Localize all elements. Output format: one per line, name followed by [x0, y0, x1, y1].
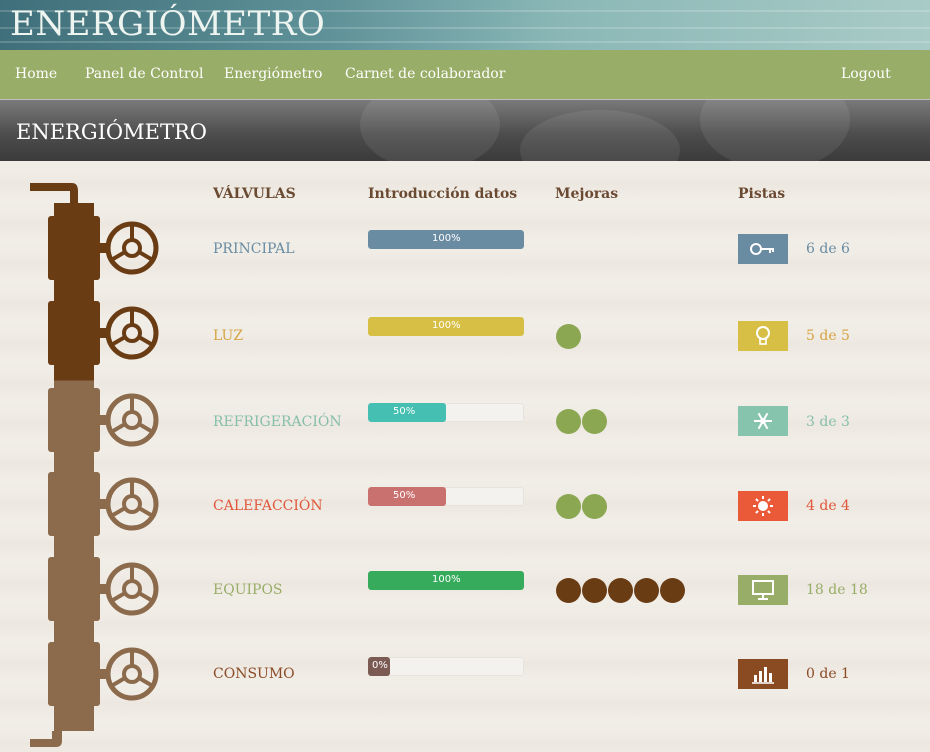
pipe-cap — [30, 183, 78, 203]
hint-count: 0 de 1 — [806, 666, 850, 682]
hint-count: 18 de 18 — [806, 582, 868, 598]
app-header: ENERGIÓMETRO — [0, 0, 930, 50]
improvement-dots — [556, 409, 607, 435]
improvement-dot — [556, 409, 581, 434]
improvement-dots — [556, 578, 685, 604]
valve-wheel-icon — [108, 309, 156, 357]
progress-label: 0% — [372, 660, 388, 671]
hints-column-header: Pistas — [738, 186, 786, 202]
valve-label: EQUIPOS — [213, 582, 283, 598]
improvement-dot — [634, 578, 659, 603]
banner-texture — [360, 100, 500, 162]
improvement-dot — [582, 578, 607, 603]
improvement-dot — [660, 578, 685, 603]
valve-label: LUZ — [213, 328, 244, 344]
progress-label: 50% — [393, 490, 416, 501]
improvement-dot — [582, 494, 607, 519]
valve-wheel-icon — [108, 224, 156, 272]
banner-texture — [520, 110, 680, 162]
improvement-dot — [556, 494, 581, 519]
progress-label: 100% — [432, 574, 461, 585]
nav-energiometro[interactable]: Energiómetro — [224, 66, 322, 82]
valve-label: PRINCIPAL — [213, 241, 295, 257]
valve-label: CALEFACCIÓN — [213, 498, 323, 514]
valve-gauge — [30, 183, 180, 747]
pipe-joint — [48, 472, 100, 536]
page-title: ENERGIÓMETRO — [16, 120, 207, 144]
progress-bar: 50% — [368, 403, 524, 422]
valve-label: CONSUMO — [213, 666, 295, 682]
progress-label: 50% — [393, 406, 416, 417]
improvement-dot — [582, 409, 607, 434]
progress-bar: 100% — [368, 317, 524, 336]
improvement-dots — [556, 324, 581, 350]
monitor-icon[interactable] — [738, 575, 788, 605]
banner-texture — [700, 100, 850, 162]
hint-count: 3 de 3 — [806, 414, 850, 430]
pipe-joint — [48, 301, 100, 365]
sun-icon[interactable] — [738, 491, 788, 521]
valves-column-header: VÁLVULAS — [213, 186, 296, 202]
improvement-dot — [608, 578, 633, 603]
app-title: ENERGIÓMETRO — [10, 4, 326, 44]
progress-bar: 0% — [368, 657, 524, 676]
hint-count: 5 de 5 — [806, 328, 850, 344]
logout-link[interactable]: Logout — [841, 66, 891, 82]
data-entry-column-header: Introducción datos — [368, 186, 518, 202]
page-banner: ENERGIÓMETRO — [0, 99, 930, 162]
lightbulb-icon[interactable] — [738, 321, 788, 351]
progress-label: 100% — [432, 233, 461, 244]
pipe-joint — [48, 388, 100, 452]
valve-wheel-icon — [108, 650, 156, 698]
valve-wheel-icon — [108, 396, 156, 444]
pipe-joint — [48, 557, 100, 621]
pipe-joint — [48, 642, 100, 706]
improvement-dot — [556, 578, 581, 603]
chart-icon[interactable] — [738, 659, 788, 689]
improvements-column-header: Mejoras — [555, 186, 619, 202]
valve-wheel-icon — [108, 565, 156, 613]
progress-bar: 100% — [368, 571, 524, 590]
content-area: VÁLVULAS Introducción datos Mejoras Pist… — [0, 161, 930, 752]
key-icon[interactable] — [738, 234, 788, 264]
nav-home[interactable]: Home — [15, 66, 57, 82]
progress-bar: 50% — [368, 487, 524, 506]
valve-label: REFRIGERACIÓN — [213, 414, 342, 430]
pipe-tail — [30, 731, 62, 747]
pipe-joint — [48, 216, 100, 280]
progress-bar: 100% — [368, 230, 524, 249]
improvement-dots — [556, 494, 607, 520]
improvement-dot — [556, 324, 581, 349]
snowflake-icon[interactable] — [738, 406, 788, 436]
valve-wheel-icon — [108, 480, 156, 528]
nav-collaborator-card[interactable]: Carnet de colaborador — [345, 66, 505, 82]
hint-count: 4 de 4 — [806, 498, 850, 514]
nav-control-panel[interactable]: Panel de Control — [85, 66, 203, 82]
main-nav: Home Panel de Control Energiómetro Carne… — [0, 50, 930, 99]
progress-label: 100% — [432, 320, 461, 331]
hint-count: 6 de 6 — [806, 241, 850, 257]
